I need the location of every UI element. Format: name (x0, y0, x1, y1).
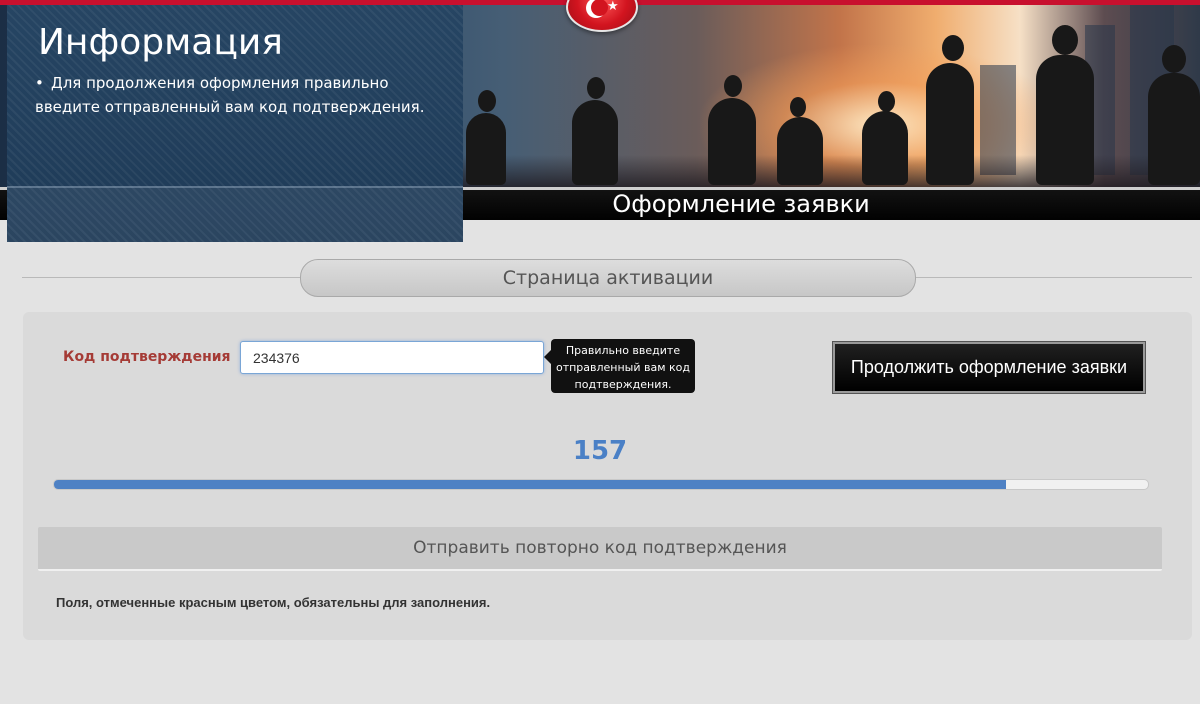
silhouette-head (1162, 45, 1186, 73)
code-tooltip: Правильно введите отправленный вам код п… (544, 339, 695, 393)
section-title: Страница активации (300, 259, 916, 297)
silhouette-head (478, 90, 496, 112)
silhouette-person (708, 98, 756, 185)
silhouette-person (572, 100, 618, 185)
countdown-progress-fill (54, 480, 1006, 489)
countdown-progress-bar (53, 479, 1149, 490)
silhouette-head (1052, 25, 1078, 55)
silhouette-head (587, 77, 605, 99)
countdown-timer: 157 (572, 436, 628, 466)
info-bullet: • Для продолжения оформления правильно вв… (35, 71, 445, 119)
info-bullet-text: Для продолжения оформления правильно вве… (35, 74, 425, 116)
silhouette-person (862, 111, 908, 185)
info-title: Информация (38, 22, 283, 63)
resend-code-button[interactable]: Отправить повторно код подтверждения (38, 527, 1162, 571)
info-panel: Информация • Для продолжения оформления п… (7, 5, 463, 244)
silhouette-person (1148, 73, 1200, 185)
silhouette-head (878, 91, 895, 112)
continue-button[interactable]: Продолжить оформление заявки (832, 341, 1146, 394)
code-input[interactable] (240, 341, 544, 374)
silhouette-person (926, 63, 974, 185)
bullet-icon: • (35, 74, 44, 92)
silhouette-person (466, 113, 506, 185)
silhouette-head (724, 75, 742, 97)
silhouette-head (942, 35, 964, 61)
star-icon: ★ (607, 0, 619, 14)
code-label: Код подтверждения (63, 349, 231, 365)
required-fields-note: Поля, отмеченные красным цветом, обязате… (56, 595, 491, 610)
application-title: Оформление заявки (612, 190, 870, 218)
silhouette-head (790, 97, 806, 117)
silhouette-person (1036, 55, 1094, 185)
silhouette-person (777, 117, 823, 185)
crescent-icon (586, 0, 608, 18)
